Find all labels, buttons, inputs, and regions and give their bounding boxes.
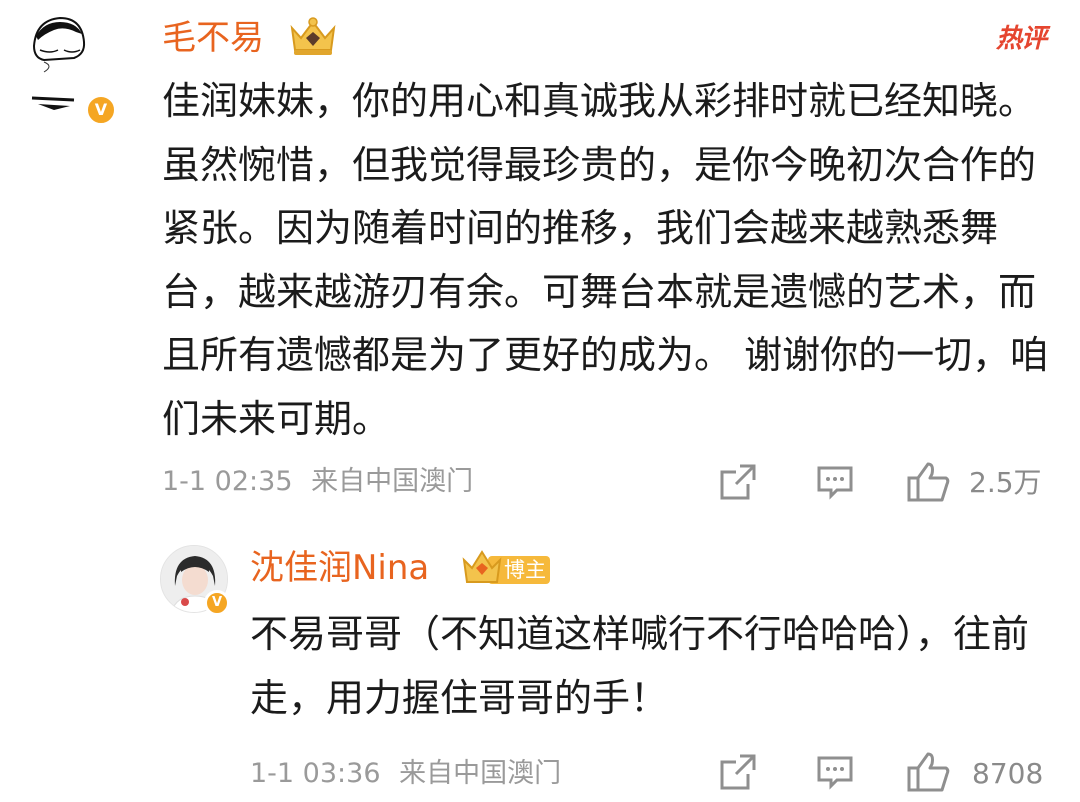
- comment-meta: 1-1 02:35 来自中国澳门: [162, 465, 473, 499]
- share-icon[interactable]: [718, 752, 758, 796]
- comment-icon[interactable]: [815, 462, 855, 506]
- comment-time: 1-1 02:35: [162, 466, 293, 497]
- like-count: 8708: [972, 757, 1044, 790]
- comment-icon[interactable]: [815, 752, 855, 796]
- reply-source: 来自中国澳门: [399, 758, 562, 789]
- reply-time: 1-1 03:36: [250, 758, 381, 789]
- comment-user-name[interactable]: 毛不易: [162, 18, 264, 58]
- crown-badge-icon: [286, 16, 340, 58]
- comment-text: 佳润妹妹，你的用心和真诚我从彩排时就已经知晓。虽然惋惜，但我觉得最珍贵的，是你今…: [162, 79, 1049, 441]
- verified-v-icon: V: [85, 94, 117, 126]
- like-thumb-icon[interactable]: [906, 750, 952, 798]
- share-icon[interactable]: [718, 462, 758, 506]
- blogger-badge: 博主: [462, 548, 554, 588]
- reply-text: 不易哥哥（不知道这样喊行不行哈哈哈），往前走，用力握住哥哥的手！: [250, 612, 1030, 720]
- reply-user-name[interactable]: 沈佳润Nina: [250, 548, 429, 588]
- like-count: 2.5万: [969, 466, 1042, 499]
- hot-comment-label: 热评: [995, 24, 1047, 54]
- reply-meta: 1-1 03:36 来自中国澳门: [250, 757, 561, 791]
- blogger-badge-label: 博主: [504, 558, 546, 582]
- verified-v-icon: V: [204, 590, 230, 616]
- comment-source: 来自中国澳门: [311, 466, 474, 497]
- like-thumb-icon[interactable]: [906, 460, 952, 508]
